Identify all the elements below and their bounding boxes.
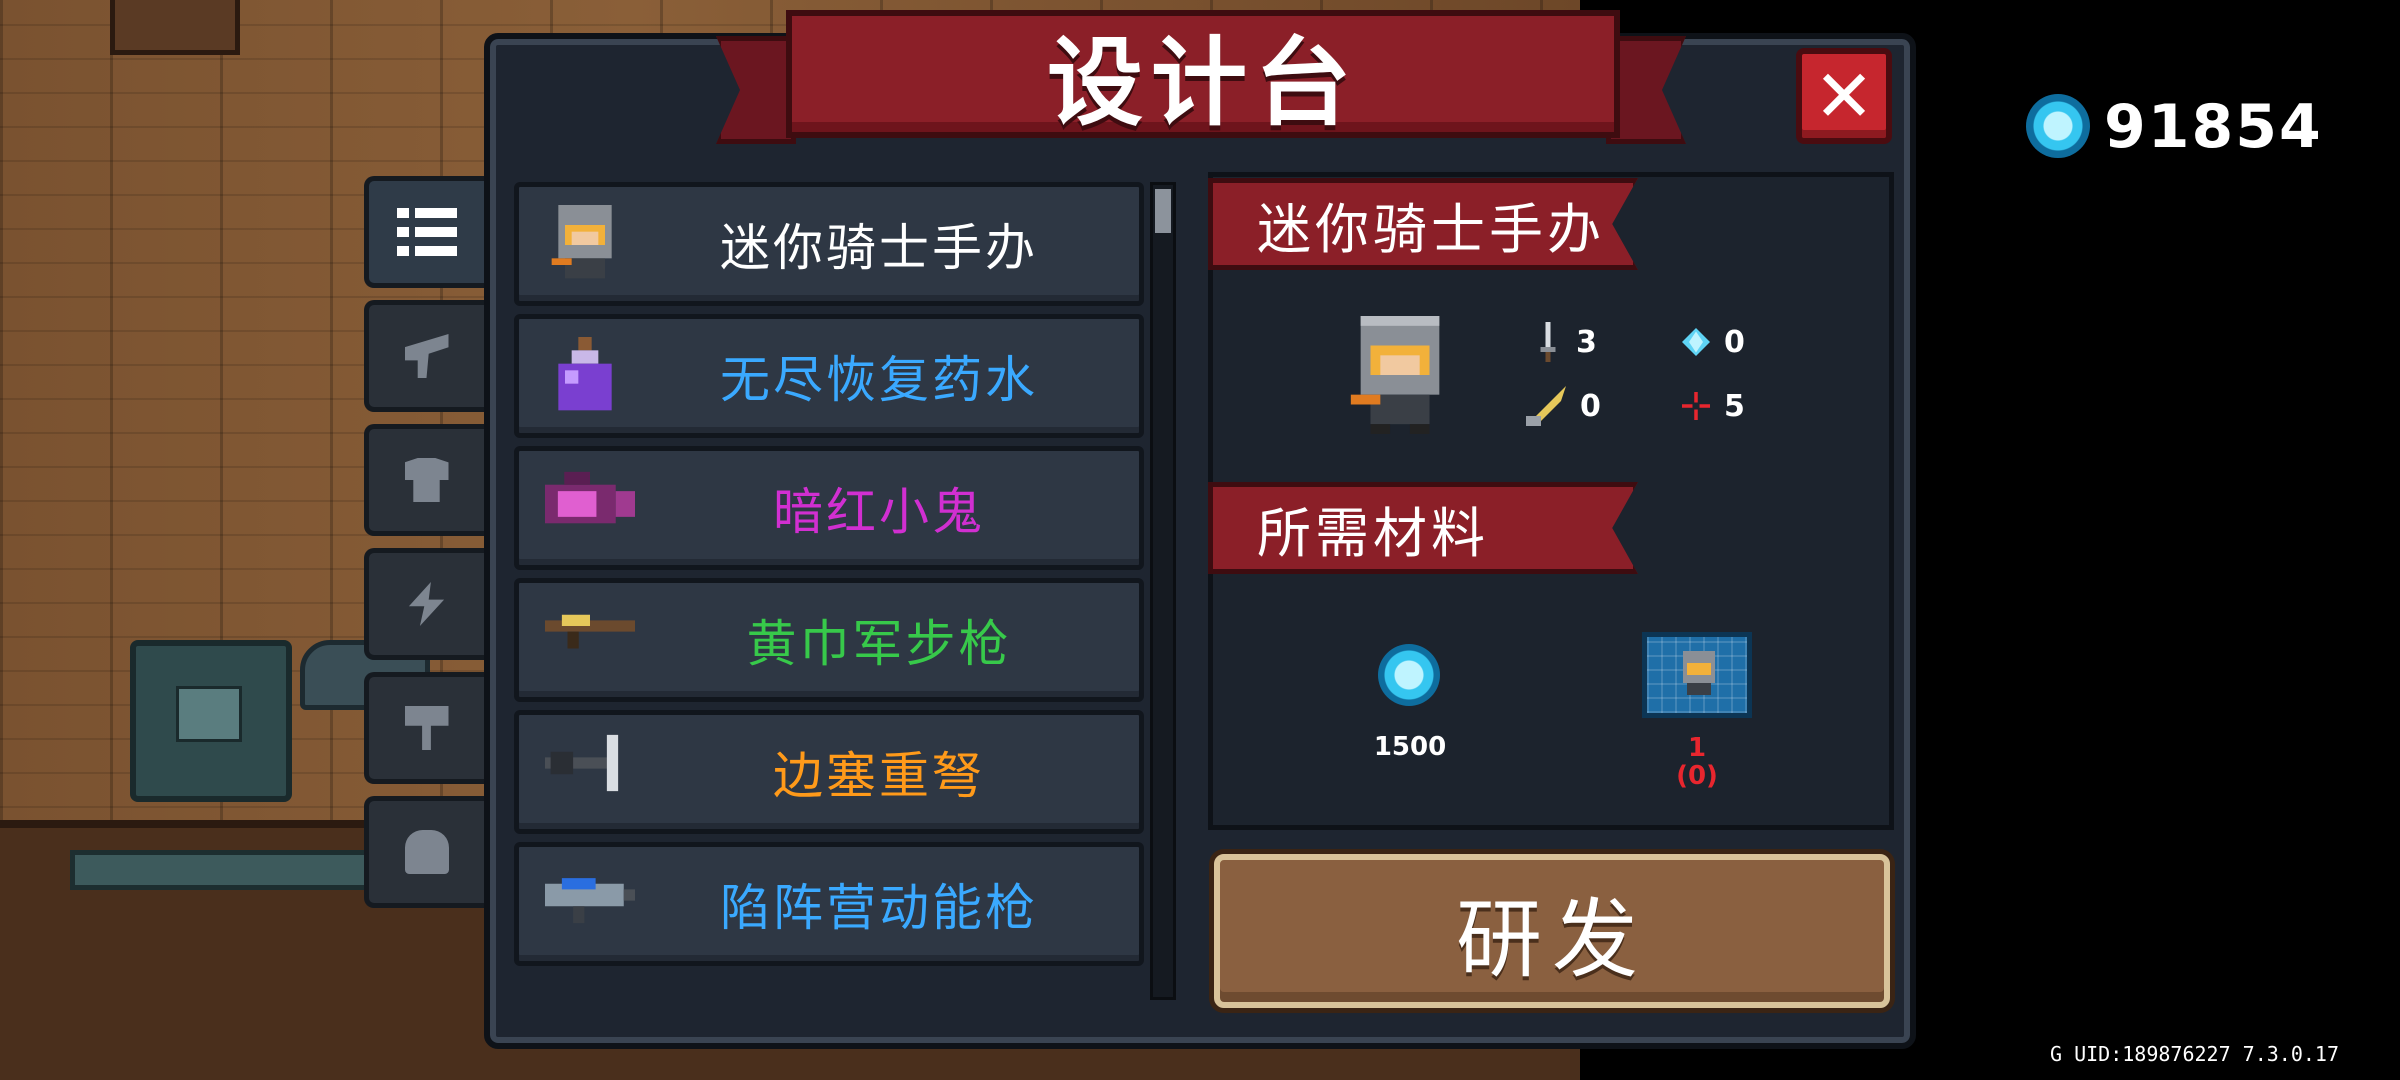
pink-camera-gun-icon — [545, 469, 635, 549]
blueprint-required-amount: 1 — [1687, 733, 1707, 763]
workbench — [130, 640, 292, 802]
stat-attack: 3 — [1534, 322, 1597, 362]
stat-accuracy: 5 — [1682, 386, 1745, 426]
research-button[interactable]: 研发 — [1214, 854, 1890, 1008]
crosshair-icon — [1682, 392, 1710, 420]
knight-blueprint-icon — [1683, 651, 1715, 695]
item-list: 迷你骑士手办 无尽恢复药水 暗红小鬼黄巾军步枪边塞重弩陷阵营动能枪 — [514, 182, 1144, 982]
blueprint-owned-amount: (0) — [1676, 761, 1718, 791]
energy-value: 0 — [1724, 324, 1745, 360]
bullet-icon — [1526, 386, 1566, 426]
blueprint-requirement: 1 (0) — [1642, 734, 1752, 790]
list-item[interactable]: 陷阵营动能枪 — [514, 842, 1144, 966]
list-item[interactable]: 暗红小鬼 — [514, 446, 1144, 570]
gem-material-amount: 1500 — [1373, 732, 1447, 762]
table — [110, 0, 240, 55]
blueprint-material-icon[interactable] — [1642, 632, 1752, 718]
tab-weapon[interactable] — [364, 300, 484, 412]
item-name: 迷你骑士手办 — [1257, 197, 1605, 261]
list-item-label: 边塞重弩 — [773, 747, 985, 805]
purple-potion-icon — [545, 337, 625, 417]
title-banner: 设计台 — [786, 10, 1620, 139]
attack-value: 3 — [1576, 324, 1597, 360]
close-button[interactable]: ✕ — [1796, 48, 1892, 144]
gem-currency-icon — [2026, 94, 2090, 158]
tab-list[interactable] — [364, 176, 484, 288]
list-item-label: 无尽恢复药水 — [720, 351, 1038, 409]
list-item-label: 迷你骑士手办 — [720, 219, 1038, 277]
materials-tag: 所需材料 — [1208, 482, 1638, 574]
page-title: 设计台 — [1047, 26, 1359, 139]
tab-armor[interactable] — [364, 424, 484, 536]
list-item[interactable]: 边塞重弩 — [514, 710, 1144, 834]
crit-speed-value: 0 — [1580, 388, 1601, 424]
tab-skill[interactable] — [364, 548, 484, 660]
tab-character[interactable] — [364, 796, 484, 908]
list-item[interactable]: 迷你骑士手办 — [514, 182, 1144, 306]
mini-knight-preview — [1350, 316, 1440, 434]
list-icon — [396, 208, 457, 256]
yellow-rifle-icon — [545, 601, 635, 681]
heavy-crossbow-icon — [545, 733, 625, 813]
list-scrollbar[interactable] — [1150, 182, 1176, 1000]
list-item-label: 陷阵营动能枪 — [720, 879, 1038, 937]
item-name-tag: 迷你骑士手办 — [1208, 178, 1638, 270]
accuracy-value: 5 — [1724, 388, 1745, 424]
scrollbar-thumb[interactable] — [1155, 189, 1171, 233]
character-icon — [404, 830, 449, 874]
pet-icon — [404, 706, 449, 750]
armor-icon — [404, 458, 449, 502]
stat-energy: 0 — [1682, 322, 1745, 362]
list-item[interactable]: 无尽恢复药水 — [514, 314, 1144, 438]
list-item-label: 黄巾军步枪 — [746, 615, 1012, 673]
sword-icon — [1540, 322, 1556, 362]
materials-header: 所需材料 — [1257, 501, 1489, 565]
gem-material-icon — [1378, 644, 1440, 706]
list-item[interactable]: 黄巾军步枪 — [514, 578, 1144, 702]
gem-count: 91854 — [2104, 92, 2323, 162]
railing — [70, 850, 410, 890]
lightning-icon — [408, 582, 445, 626]
gun-icon — [404, 334, 449, 378]
list-item-label: 暗红小鬼 — [773, 483, 985, 541]
energy-crystal-icon — [1682, 328, 1710, 356]
kinetic-gun-icon — [545, 865, 635, 945]
stat-crit-speed: 0 — [1526, 386, 1601, 426]
uid-version-text: G UID:189876227 7.3.0.17 — [2050, 1042, 2339, 1066]
tab-pet[interactable] — [364, 672, 484, 784]
mini-knight-figure-icon — [545, 205, 625, 285]
